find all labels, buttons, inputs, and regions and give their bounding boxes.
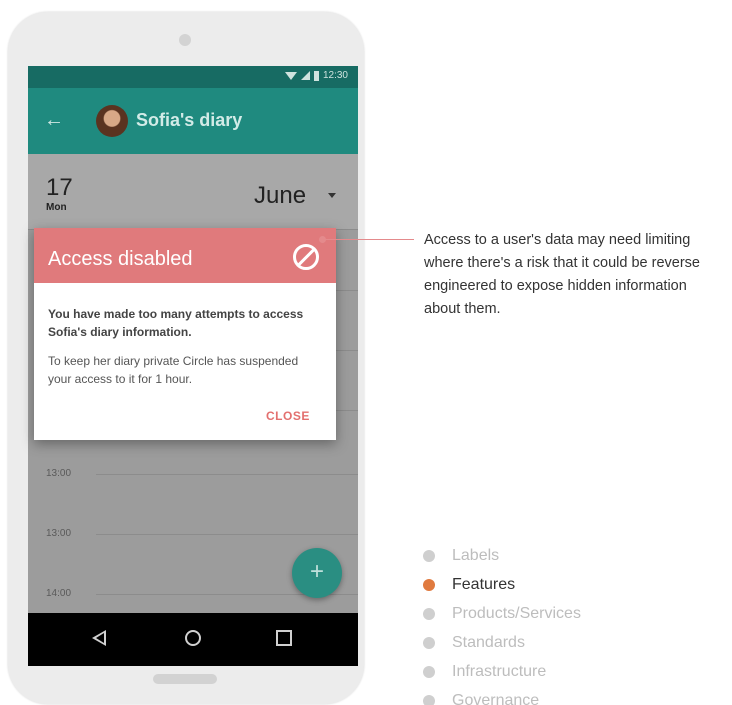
app-bar: ← Sofia's diary (28, 88, 358, 154)
legend-item-standards: Standards (423, 628, 581, 657)
dialog-message: To keep her diary private Circle has sus… (48, 354, 299, 386)
legend-label: Standards (452, 633, 525, 651)
legend-dot (423, 549, 435, 562)
caret-down-icon[interactable] (328, 193, 336, 198)
nav-recents-icon[interactable] (276, 630, 292, 646)
legend-item-infrastructure: Infrastructure (423, 657, 581, 686)
nav-home-icon[interactable] (185, 630, 201, 646)
access-disabled-dialog: Access disabled You have made too many a… (34, 228, 336, 440)
annotation-text: Access to a user's data may need limitin… (424, 232, 700, 317)
dialog-title: Access disabled (48, 248, 193, 270)
camera-dot (179, 34, 191, 46)
legend-dot (423, 665, 435, 678)
block-icon (293, 244, 319, 270)
legend-dot (423, 636, 435, 649)
avatar (96, 105, 128, 137)
legend-item-labels: Labels (423, 541, 581, 570)
day-name: Mon (46, 202, 67, 213)
time-label: 13:00 (46, 468, 72, 479)
legend-item-governance: Governance (423, 686, 581, 705)
month-selector[interactable]: June (254, 182, 306, 210)
legend-label: Products/Services (452, 604, 581, 622)
legend-item-features: Features (423, 570, 581, 599)
legend-label: Labels (452, 546, 500, 564)
status-bar: 12:30 (28, 66, 358, 88)
category-legend: Labels Features Products/Services Standa… (423, 541, 581, 705)
day-number: 17 (46, 174, 73, 201)
wifi-icon (284, 71, 297, 80)
add-event-button[interactable]: + (292, 548, 342, 598)
legend-label: Infrastructure (452, 662, 547, 680)
legend-dot (423, 607, 435, 620)
dialog-header: Access disabled (34, 228, 336, 283)
date-header: 17 Mon June (28, 154, 358, 230)
close-button[interactable]: CLOSE (266, 409, 310, 423)
app-title: Sofia's diary (136, 110, 243, 130)
legend-dot-active (423, 578, 435, 591)
time-label: 14:00 (46, 588, 72, 599)
legend-label-active: Features (452, 575, 516, 593)
legend-dot (423, 694, 435, 705)
callout-line (322, 239, 414, 240)
battery-icon (313, 70, 319, 81)
back-arrow-icon[interactable]: ← (42, 108, 66, 132)
legend-label: Governance (452, 691, 540, 705)
status-time: 12:30 (322, 70, 348, 81)
legend-item-products-services: Products/Services (423, 599, 581, 628)
android-nav-bar (28, 613, 358, 666)
time-label: 13:00 (46, 528, 72, 539)
time-divider (96, 474, 358, 475)
status-icons: 12:30 (284, 70, 348, 81)
phone-home-bar (153, 674, 217, 684)
dialog-message-bold: You have made too many attempts to acces… (48, 307, 304, 339)
time-divider (96, 534, 358, 535)
signal-icon (300, 71, 310, 80)
nav-back-icon[interactable] (92, 630, 106, 646)
